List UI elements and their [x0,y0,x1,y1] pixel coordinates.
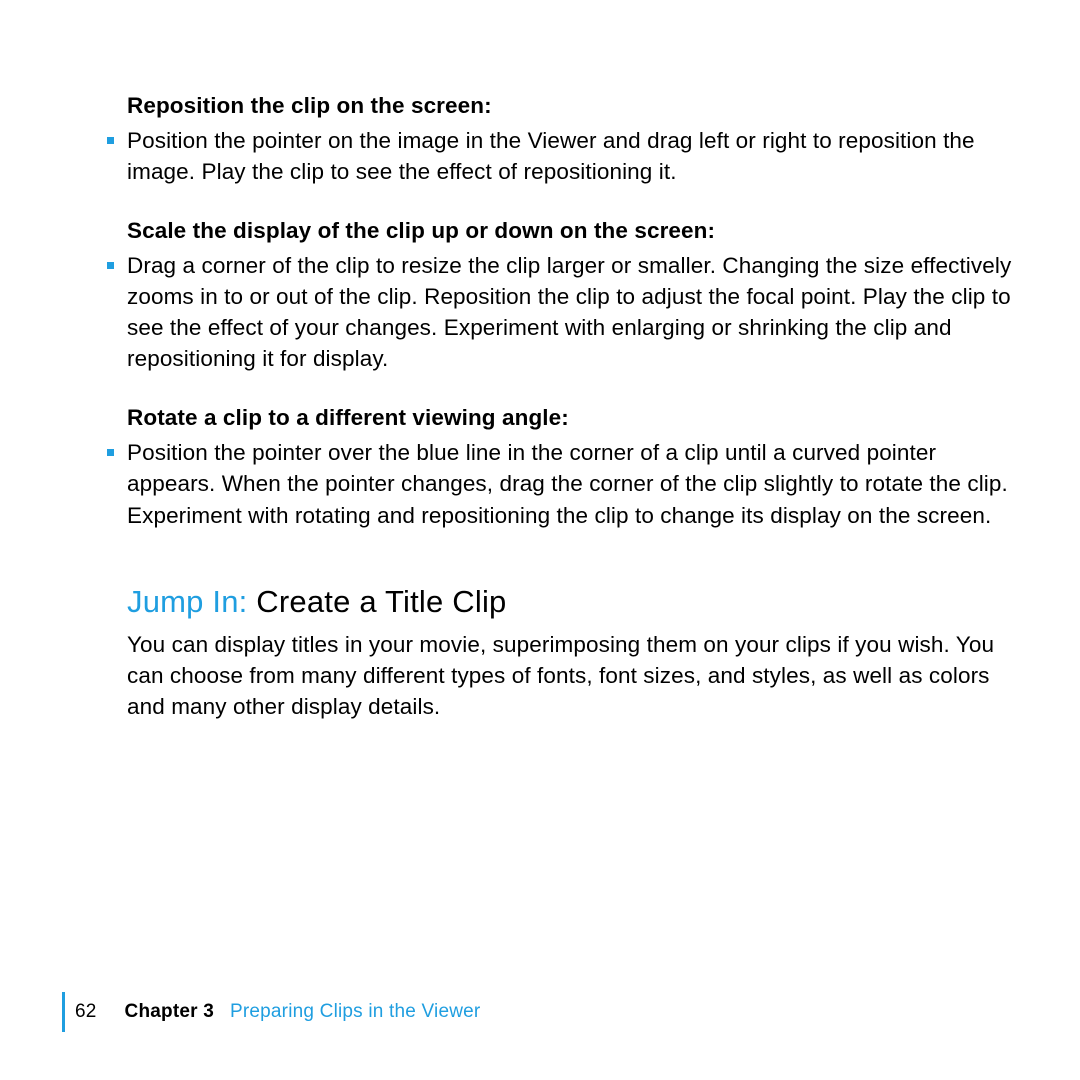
intro-paragraph: You can display titles in your movie, su… [105,629,1012,722]
section-heading-scale: Scale the display of the clip up or down… [105,215,1012,246]
page-number: 62 [75,1001,97,1023]
bullet-reposition: Position the pointer on the image in the… [105,125,1012,187]
title-prefix: Jump In: [127,584,256,619]
chapter-label: Chapter 3 [125,1001,214,1023]
page: Reposition the clip on the screen: Posit… [0,0,1080,1080]
page-footer: 62 Chapter 3 Preparing Clips in the View… [62,992,480,1032]
section-heading-rotate: Rotate a clip to a different viewing ang… [105,402,1012,433]
bullet-rotate: Position the pointer over the blue line … [105,437,1012,530]
section-title: Jump In: Create a Title Clip [127,583,1012,622]
title-text: Create a Title Clip [256,584,506,619]
section-heading-reposition: Reposition the clip on the screen: [105,90,1012,121]
chapter-title: Preparing Clips in the Viewer [230,1001,480,1023]
content-area: Reposition the clip on the screen: Posit… [105,90,1012,722]
bullet-scale: Drag a corner of the clip to resize the … [105,250,1012,374]
